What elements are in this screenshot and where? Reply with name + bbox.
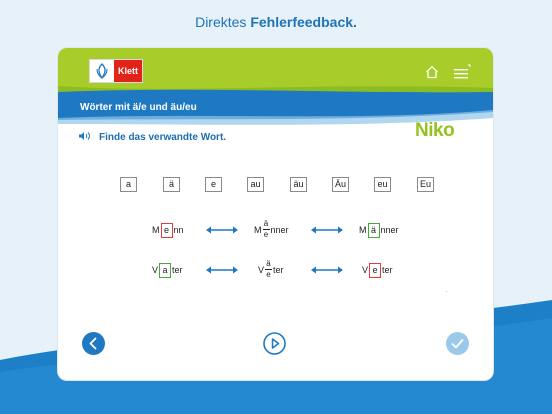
check-button[interactable] xyxy=(446,332,469,355)
scroll-indicator-dot xyxy=(446,291,447,292)
choice-tile[interactable]: au xyxy=(247,177,264,192)
back-button[interactable] xyxy=(82,332,105,355)
middle-word: M ä e nner xyxy=(254,218,289,240)
caption: Direktes Fehlerfeedback. xyxy=(0,14,552,30)
lesson-title: Wörter mit ä/e und äu/eu xyxy=(80,102,197,113)
word-suffix: ter xyxy=(172,265,183,275)
klett-logo: Klett xyxy=(90,60,142,82)
word-suffix: ter xyxy=(273,265,284,275)
vowel-choice-fraction: ä e xyxy=(265,258,273,279)
task-instruction: Finde das verwandte Wort. xyxy=(99,132,227,143)
choice-tile[interactable]: äu xyxy=(290,177,307,192)
choice-tile[interactable]: ä xyxy=(163,177,180,192)
left-word: V a ter xyxy=(152,260,183,280)
middle-word: V ä e ter xyxy=(258,258,284,280)
klett-leaf-icon xyxy=(90,60,114,82)
word-prefix: V xyxy=(258,265,265,275)
word-prefix: V xyxy=(362,265,369,275)
word-prefix: M xyxy=(359,225,367,235)
vowel-bottom: e xyxy=(263,229,269,239)
word-prefix: V xyxy=(152,265,159,275)
word-row: M e nn M ä e nner M ä nner xyxy=(58,218,493,240)
caption-bold: Fehlerfeedback. xyxy=(250,14,357,30)
word-suffix: nn xyxy=(173,225,184,235)
left-word: M e nn xyxy=(152,220,184,240)
double-arrow-icon xyxy=(206,226,238,234)
word-row: V a ter V ä e ter V e ter xyxy=(58,258,493,280)
choice-tile[interactable]: e xyxy=(205,177,222,192)
word-prefix: M xyxy=(254,225,262,235)
answer-slot-correct[interactable]: ä xyxy=(367,222,380,238)
home-icon[interactable] xyxy=(425,65,439,79)
answer-slot-wrong[interactable]: e xyxy=(369,262,382,278)
letter-choices: a ä e au äu Äu eu Eu xyxy=(58,177,493,192)
play-button[interactable] xyxy=(263,332,286,355)
choice-tile[interactable]: eu xyxy=(374,177,391,192)
menu-icon[interactable] xyxy=(454,64,471,80)
double-arrow-icon xyxy=(311,266,343,274)
word-suffix: nner xyxy=(270,225,289,235)
word-suffix: nner xyxy=(380,225,399,235)
choice-tile[interactable]: Äu xyxy=(332,177,349,192)
logo-text: Klett xyxy=(114,60,142,82)
answer-slot-wrong[interactable]: e xyxy=(160,222,173,238)
choice-tile[interactable]: a xyxy=(120,177,137,192)
app-frame: Klett Wörter mit ä/e und äu/eu Finde das… xyxy=(58,48,493,380)
vowel-choice-fraction: ä e xyxy=(262,218,270,239)
answer-slot-correct[interactable]: a xyxy=(159,262,172,278)
word-suffix: ter xyxy=(382,265,393,275)
niko-brand: Niko xyxy=(415,120,455,141)
vowel-top: ä xyxy=(266,258,271,268)
choice-tile[interactable]: Eu xyxy=(417,177,434,192)
vowel-bottom: e xyxy=(266,269,271,279)
caption-prefix: Direktes xyxy=(195,14,251,30)
double-arrow-icon xyxy=(206,266,238,274)
word-prefix: M xyxy=(152,225,160,235)
right-word: M ä nner xyxy=(359,220,399,240)
vowel-top: ä xyxy=(263,218,269,228)
right-word: V e ter xyxy=(362,260,393,280)
double-arrow-icon xyxy=(311,226,343,234)
speaker-icon[interactable] xyxy=(79,131,91,141)
